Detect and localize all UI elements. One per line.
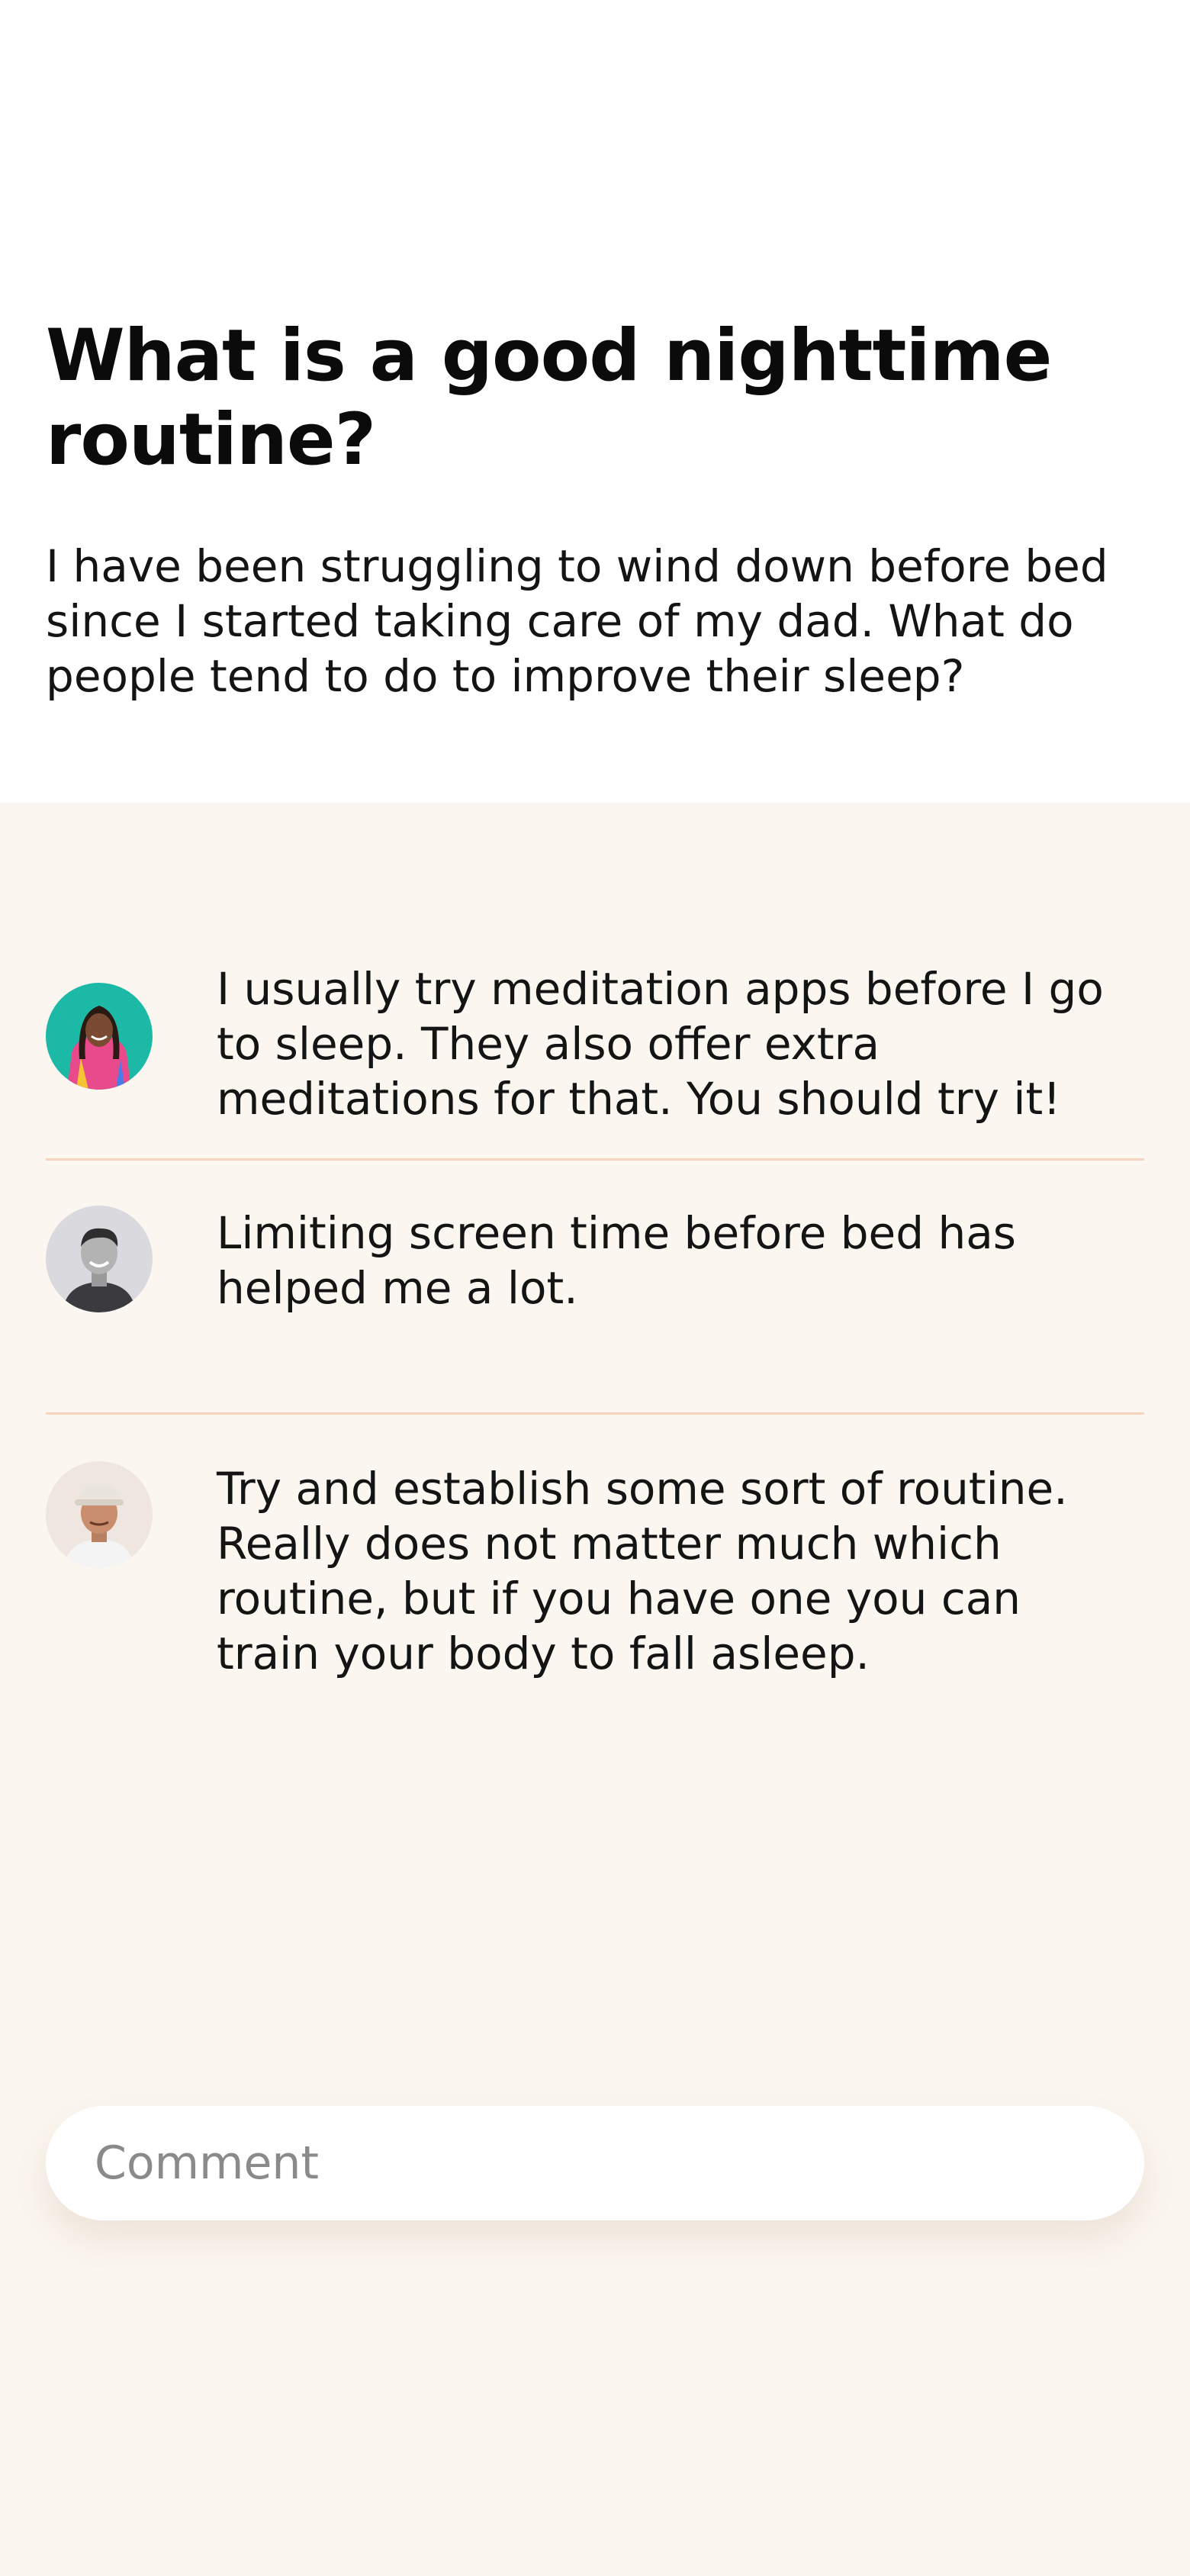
post-title: What is a good nighttime routine? <box>46 314 1052 481</box>
avatar-image <box>46 983 153 1090</box>
comment-text: Try and establish some sort of routine. … <box>217 1463 1068 1679</box>
comment-item: Try and establish some sort of routine. … <box>46 1461 1144 1690</box>
avatar[interactable] <box>46 1461 153 1568</box>
comment-text: Limiting screen time before bed has help… <box>217 1207 1016 1314</box>
comment-composer <box>46 2106 1144 2220</box>
avatar[interactable] <box>46 1206 153 1312</box>
avatar[interactable] <box>46 983 153 1090</box>
question-post: What is a good nighttime routine? I have… <box>0 0 1190 803</box>
post-body: I have been struggling to wind down befo… <box>46 540 1108 702</box>
comment-input[interactable] <box>46 2106 1144 2220</box>
comment-text: I usually try meditation apps before I g… <box>217 963 1104 1125</box>
comment-item: I usually try meditation apps before I g… <box>46 961 1144 1125</box>
avatar-image <box>46 1461 153 1568</box>
comment-divider <box>46 1158 1144 1161</box>
comment-divider <box>46 1412 1144 1415</box>
avatar-image <box>46 1206 153 1312</box>
comment-item: Limiting screen time before bed has help… <box>46 1206 1144 1335</box>
